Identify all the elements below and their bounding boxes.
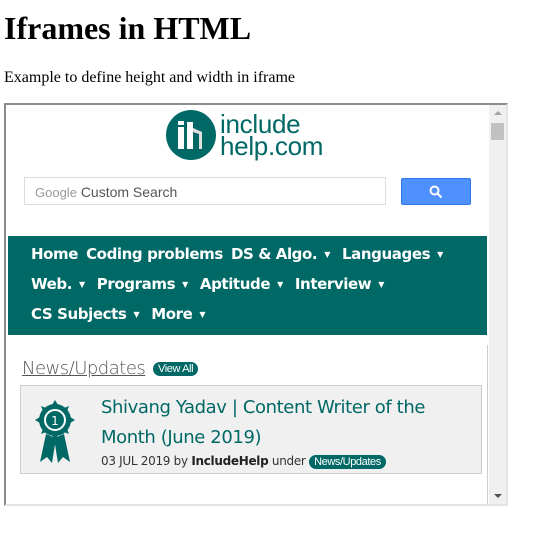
logo-icon [166, 110, 216, 160]
nav-item-programs[interactable]: Programs ▼ [97, 275, 192, 293]
scroll-down-arrow-icon[interactable] [489, 487, 506, 504]
search-button[interactable] [401, 178, 471, 205]
nav-row-2: Web. ▼ Programs ▼ Aptitude ▼ Interview ▼ [31, 275, 396, 293]
caret-down-icon: ▼ [79, 279, 85, 289]
nav-item-cs-subjects[interactable]: CS Subjects ▼ [31, 305, 143, 323]
caret-down-icon: ▼ [324, 249, 330, 259]
news-date: 03 JUL 2019 [101, 454, 171, 468]
nav-row-3: CS Subjects ▼ More ▼ [31, 305, 217, 323]
vertical-scrollbar[interactable] [489, 105, 506, 504]
caret-down-icon: ▼ [378, 279, 384, 289]
nav-item-web[interactable]: Web. ▼ [31, 275, 89, 293]
main-nav: Home Coding problems DS & Algo. ▼ Languag… [8, 236, 487, 335]
google-label: Google [35, 185, 77, 200]
caret-down-icon: ▼ [182, 279, 188, 289]
intro-text: Example to define height and width in if… [4, 69, 296, 86]
view-all-button[interactable]: View All [153, 362, 199, 376]
caret-down-icon: ▼ [437, 249, 443, 259]
iframe: include help.com Google Custom Search Ho… [4, 103, 508, 506]
award-ribbon-icon: 1 [35, 400, 75, 463]
page-heading: Iframes in HTML [4, 10, 252, 46]
caret-down-icon: ▼ [277, 279, 283, 289]
news-author[interactable]: IncludeHelp [191, 454, 268, 468]
caret-down-icon: ▼ [133, 309, 140, 319]
search-icon [429, 185, 443, 199]
news-item: 1 Shivang Yadav | Content Writer of the … [20, 385, 482, 474]
nav-row-1: Home Coding problems DS & Algo. ▼ Languag… [31, 245, 455, 263]
site-logo[interactable]: include help.com [166, 109, 323, 161]
nav-item-more[interactable]: More ▼ [151, 305, 209, 323]
search-placeholder: Custom Search [80, 184, 178, 200]
logo-text-line2: help.com [220, 131, 324, 161]
nav-item-home[interactable]: Home [31, 245, 78, 263]
svg-text:1: 1 [51, 414, 59, 428]
search-input[interactable]: Google Custom Search [24, 177, 386, 205]
nav-item-coding-problems[interactable]: Coding problems [86, 245, 223, 263]
news-panel: News/Updates View All 1 Shivang Yadav | … [8, 345, 488, 504]
nav-item-aptitude[interactable]: Aptitude ▼ [200, 275, 287, 293]
iframe-content: include help.com Google Custom Search Ho… [6, 105, 489, 504]
nav-item-ds-algo[interactable]: DS & Algo. ▼ [231, 245, 334, 263]
news-section-title[interactable]: News/Updates [22, 358, 146, 379]
scroll-up-arrow-icon[interactable] [489, 105, 506, 122]
caret-down-icon: ▼ [199, 309, 206, 319]
nav-item-languages[interactable]: Languages ▼ [342, 245, 447, 263]
news-category-badge[interactable]: News/Updates [309, 455, 386, 469]
news-meta: 03 JUL 2019 by IncludeHelp under News/Up… [101, 454, 386, 469]
news-headline-link[interactable]: Shivang Yadav | Content Writer of the Mo… [101, 393, 471, 453]
nav-item-interview[interactable]: Interview ▼ [295, 275, 388, 293]
scroll-thumb[interactable] [491, 123, 504, 140]
